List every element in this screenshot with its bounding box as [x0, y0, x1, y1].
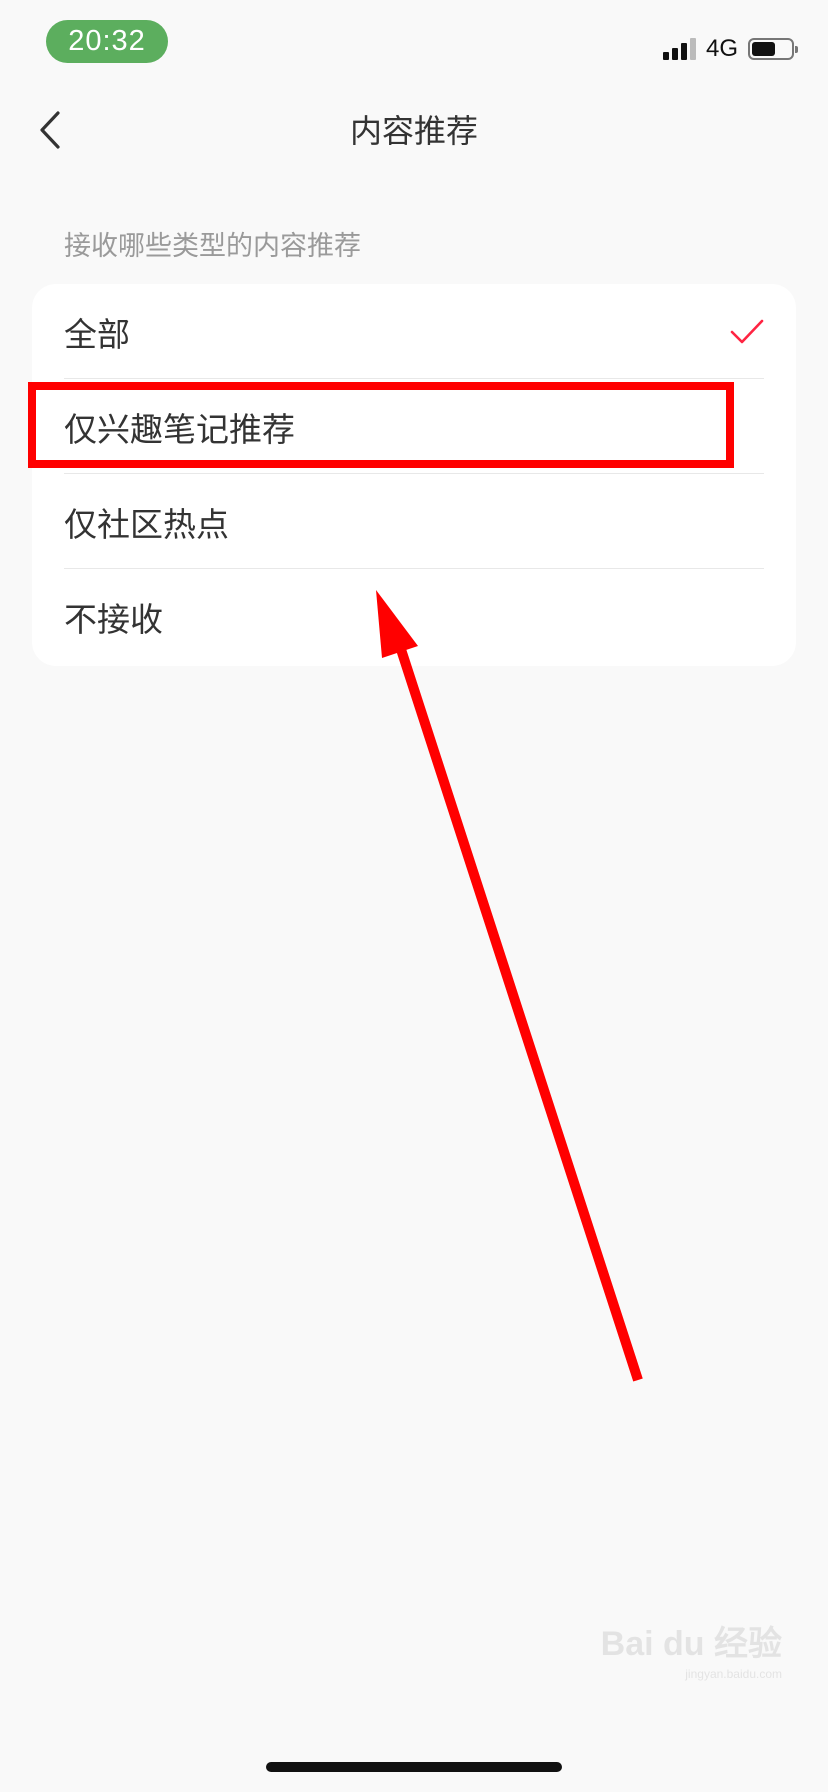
- battery-icon: [748, 38, 798, 60]
- home-indicator[interactable]: [266, 1762, 562, 1772]
- status-icons: 4G: [662, 34, 798, 64]
- network-type: 4G: [705, 35, 738, 62]
- watermark-url: jingyan.baidu.com: [685, 1667, 782, 1681]
- option-label: 不接收: [64, 599, 163, 639]
- page-title: 内容推荐: [349, 112, 478, 150]
- option-all[interactable]: 全部: [32, 284, 796, 379]
- check-icon: [730, 319, 764, 343]
- signal-icon: [662, 38, 696, 60]
- option-community-hot[interactable]: 仅社区热点: [32, 474, 796, 569]
- status-time: 20:32: [46, 20, 168, 63]
- option-label: 仅社区热点: [64, 504, 229, 544]
- option-interest-notes[interactable]: 仅兴趣笔记推荐: [32, 379, 796, 474]
- option-label: 仅兴趣笔记推荐: [64, 409, 295, 449]
- option-label: 全部: [64, 314, 130, 354]
- option-none[interactable]: 不接收: [32, 569, 796, 664]
- section-label: 接收哪些类型的内容推荐: [64, 231, 361, 262]
- options-card: 全部 仅兴趣笔记推荐 仅社区热点 不接收: [32, 284, 796, 666]
- watermark-logo: Bai du 经验: [600, 1625, 782, 1663]
- watermark: Bai du 经验 jingyan.baidu.com: [601, 1616, 782, 1681]
- annotation-arrow: [376, 590, 643, 1382]
